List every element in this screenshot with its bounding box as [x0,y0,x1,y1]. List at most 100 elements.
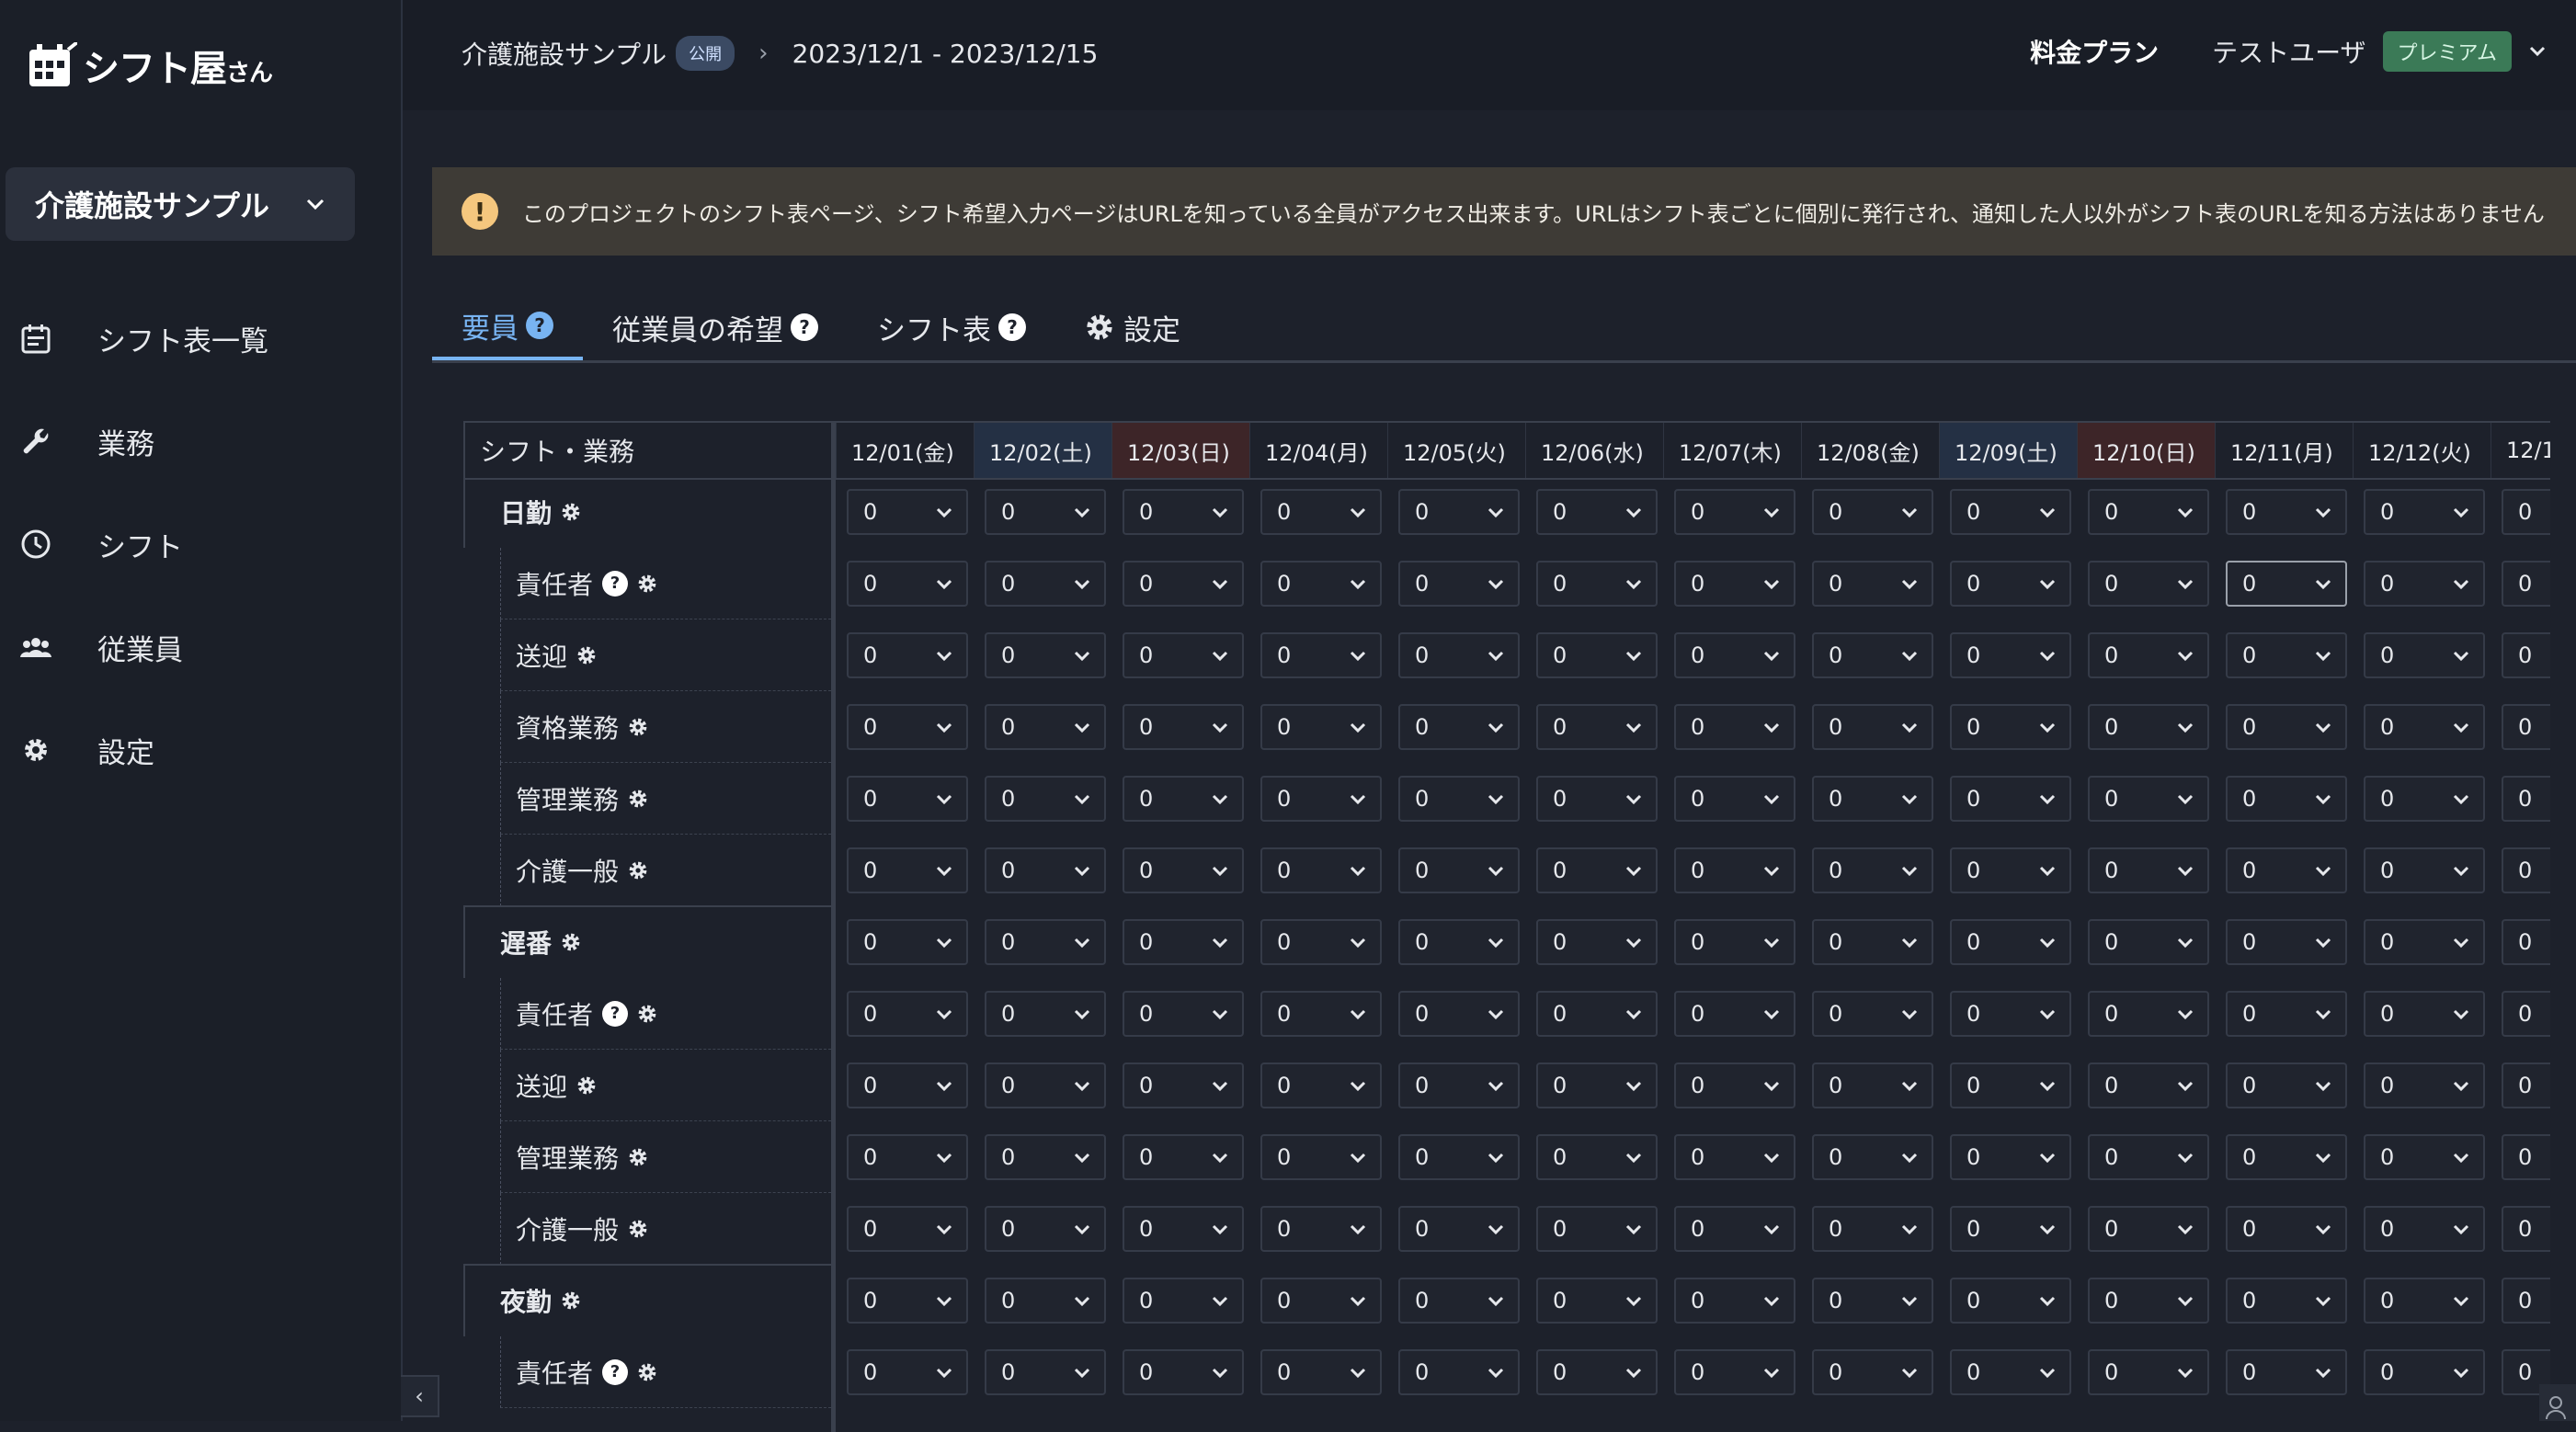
required-count-select[interactable]: 0 [1674,561,1795,607]
collapse-sidebar-button[interactable]: ‹ [401,1375,439,1417]
required-count-select[interactable]: 0 [1536,919,1658,965]
gear-icon[interactable] [628,1147,648,1167]
required-count-select[interactable]: 0 [985,1278,1106,1324]
project-select[interactable]: 介護施設サンプル [6,167,355,241]
required-count-select[interactable]: 0 [1398,632,1520,678]
required-count-select[interactable]: 0 [1260,632,1382,678]
required-count-select[interactable]: 0 [1674,919,1795,965]
required-count-select[interactable]: 0 [1812,704,1933,750]
required-count-select[interactable]: 0 [1123,561,1244,607]
required-count-select[interactable]: 0 [985,1134,1106,1180]
required-count-select[interactable]: 0 [2364,847,2485,893]
tab-settings[interactable]: 設定 [1055,294,1210,360]
required-count-select[interactable]: 0 [1674,1278,1795,1324]
required-count-select[interactable]: 0 [1398,847,1520,893]
required-count-select[interactable]: 0 [1123,776,1244,822]
required-count-select[interactable]: 0 [2502,1063,2550,1108]
required-count-select[interactable]: 0 [2088,1206,2209,1252]
required-count-select[interactable]: 0 [2364,919,2485,965]
pricing-plan-link[interactable]: 料金プラン [2030,33,2159,70]
required-count-select[interactable]: 0 [2088,1063,2209,1108]
required-count-select[interactable]: 0 [985,489,1106,535]
help-icon[interactable]: ? [791,313,818,341]
required-count-select[interactable]: 0 [2226,704,2347,750]
required-count-select[interactable]: 0 [1123,1206,1244,1252]
required-count-select[interactable]: 0 [1674,632,1795,678]
help-icon[interactable]: ? [526,312,553,339]
required-count-select[interactable]: 0 [1674,704,1795,750]
required-count-select[interactable]: 0 [1812,991,1933,1037]
help-icon[interactable]: ? [602,570,629,597]
required-count-select[interactable]: 0 [1536,704,1658,750]
required-count-select[interactable]: 0 [1398,704,1520,750]
required-count-select[interactable]: 0 [2364,1206,2485,1252]
required-count-select[interactable]: 0 [1536,1206,1658,1252]
gear-icon[interactable] [628,789,648,809]
required-count-select[interactable]: 0 [1536,489,1658,535]
gear-icon[interactable] [637,1362,657,1382]
required-count-select[interactable]: 0 [1950,1349,2071,1395]
required-count-select[interactable]: 0 [1950,704,2071,750]
required-count-select[interactable]: 0 [1398,1134,1520,1180]
required-count-select[interactable]: 0 [1398,991,1520,1037]
required-count-select[interactable]: 0 [847,847,968,893]
required-count-select[interactable]: 0 [1123,1134,1244,1180]
required-count-select[interactable]: 0 [2088,776,2209,822]
required-count-select[interactable]: 0 [985,991,1106,1037]
gear-icon[interactable] [628,1219,648,1239]
required-count-select[interactable]: 0 [2364,1349,2485,1395]
required-count-select[interactable]: 0 [2088,847,2209,893]
required-count-select[interactable]: 0 [847,1349,968,1395]
required-count-select[interactable]: 0 [2502,489,2550,535]
required-count-select[interactable]: 0 [1260,1206,1382,1252]
required-count-select[interactable]: 0 [2226,776,2347,822]
help-icon[interactable]: ? [602,1000,629,1027]
required-count-select[interactable]: 0 [847,1206,968,1252]
required-count-select[interactable]: 0 [1123,847,1244,893]
required-count-select[interactable]: 0 [1260,991,1382,1037]
required-count-select[interactable]: 0 [1536,1063,1658,1108]
required-count-select[interactable]: 0 [985,561,1106,607]
required-count-select[interactable]: 0 [847,919,968,965]
required-count-select[interactable]: 0 [1123,1063,1244,1108]
gear-icon[interactable] [628,717,648,737]
required-count-select[interactable]: 0 [1812,489,1933,535]
required-count-select[interactable]: 0 [2226,1349,2347,1395]
sidebar-item-shifts[interactable]: シフト [0,493,401,596]
required-count-select[interactable]: 0 [1398,1206,1520,1252]
required-count-select[interactable]: 0 [1536,1278,1658,1324]
required-count-select[interactable]: 0 [1123,632,1244,678]
required-count-select[interactable]: 0 [2502,1206,2550,1252]
gear-icon[interactable] [576,645,597,665]
required-count-select[interactable]: 0 [2226,1206,2347,1252]
required-count-select[interactable]: 0 [1260,919,1382,965]
required-count-select[interactable]: 0 [1398,489,1520,535]
required-count-select[interactable]: 0 [2088,632,2209,678]
required-count-select[interactable]: 0 [1536,847,1658,893]
required-count-select[interactable]: 0 [1260,1063,1382,1108]
required-count-select[interactable]: 0 [2226,919,2347,965]
required-count-select[interactable]: 0 [2364,1063,2485,1108]
required-count-select[interactable]: 0 [1398,1349,1520,1395]
required-count-select[interactable]: 0 [1260,1349,1382,1395]
required-count-select[interactable]: 0 [847,561,968,607]
required-count-select[interactable]: 0 [1812,1206,1933,1252]
required-count-select[interactable]: 0 [2364,704,2485,750]
required-count-select[interactable]: 0 [2226,632,2347,678]
required-count-select[interactable]: 0 [1123,704,1244,750]
required-count-select[interactable]: 0 [985,919,1106,965]
help-icon[interactable]: ? [602,1358,629,1385]
required-count-select[interactable]: 0 [1674,847,1795,893]
required-count-select[interactable]: 0 [1536,561,1658,607]
required-count-select[interactable]: 0 [847,776,968,822]
required-count-select[interactable]: 0 [2226,1134,2347,1180]
required-count-select[interactable]: 0 [1674,1063,1795,1108]
required-count-select[interactable]: 0 [1260,776,1382,822]
required-count-select[interactable]: 0 [1398,561,1520,607]
required-count-select[interactable]: 0 [1812,919,1933,965]
required-count-select[interactable]: 0 [2502,776,2550,822]
required-count-select[interactable]: 0 [2502,632,2550,678]
required-count-select[interactable]: 0 [2364,776,2485,822]
sidebar-item-shift-list[interactable]: シフト表一覧 [0,287,401,390]
required-count-select[interactable]: 0 [1123,919,1244,965]
